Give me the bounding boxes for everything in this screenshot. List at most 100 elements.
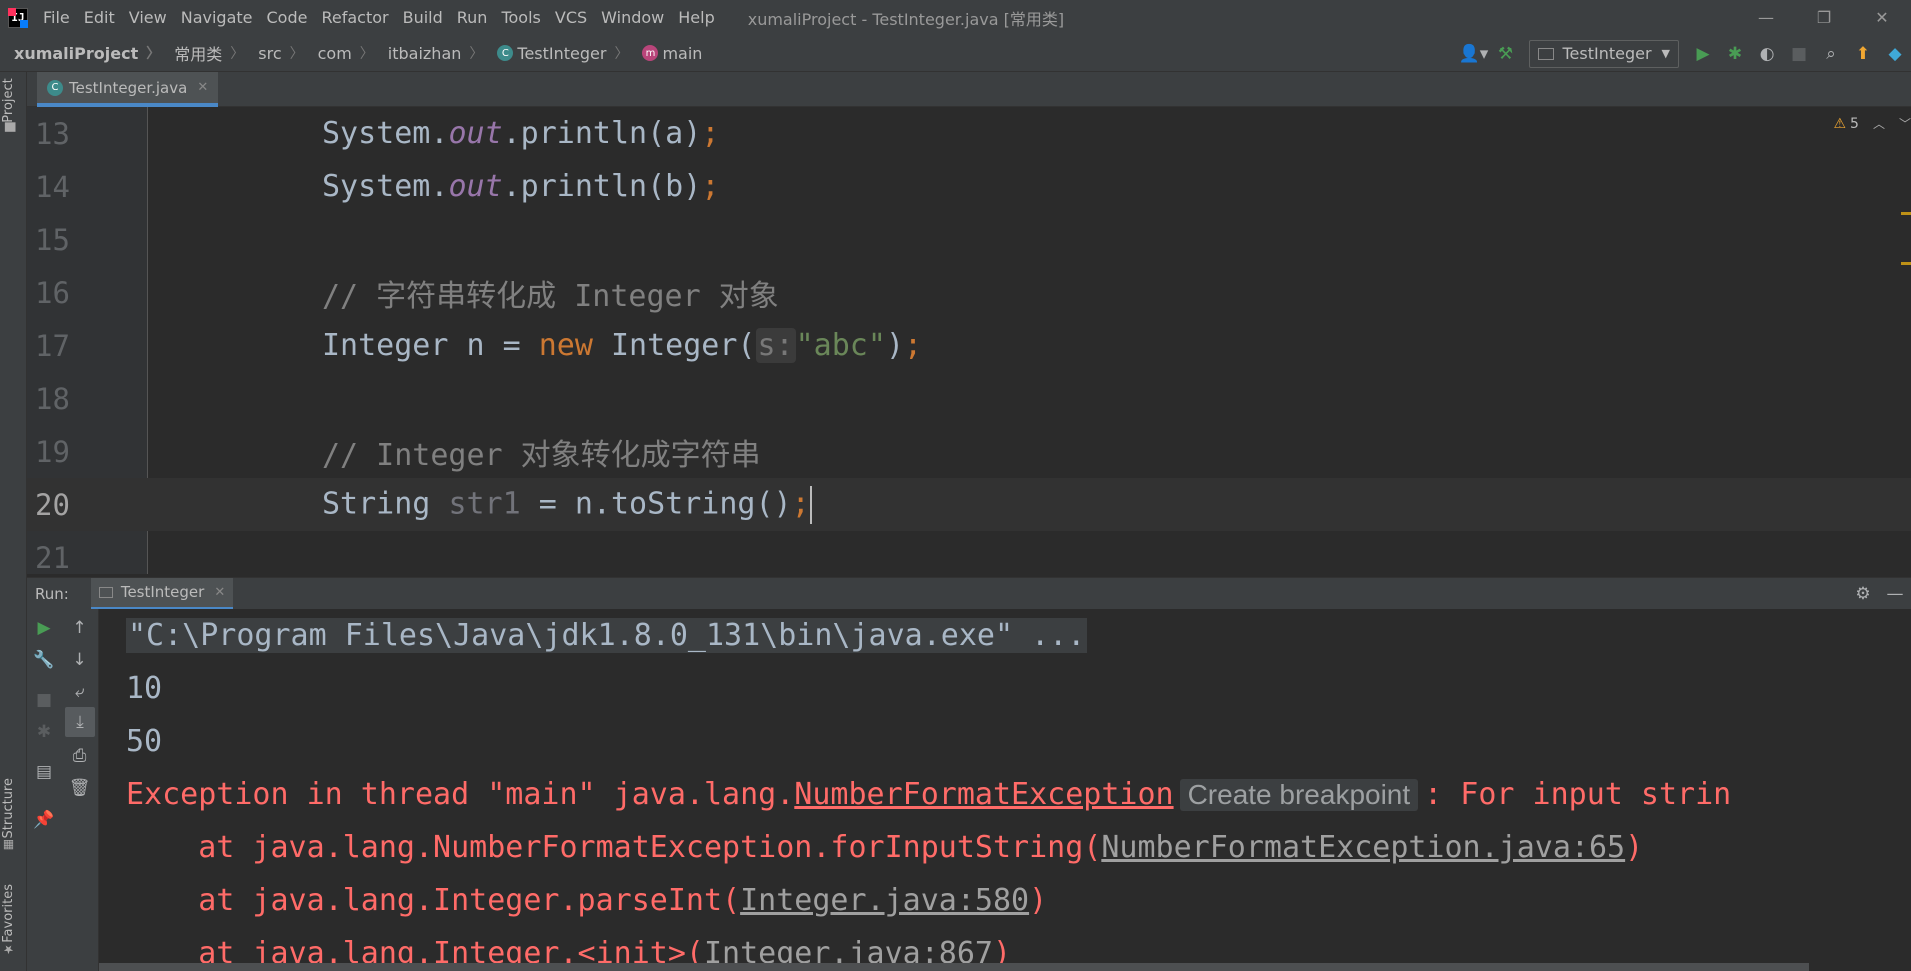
source-link[interactable]: NumberFormatException.java:65 [1101,830,1625,865]
line-number: 15 [35,222,70,257]
stack-trace-line: at java.lang.NumberFormatException.forIn… [126,821,1643,874]
close-window-button[interactable]: ✕ [1853,0,1911,35]
update-icon[interactable]: ⬆ [1847,35,1879,72]
wrench-icon[interactable]: 🔧 [27,645,61,675]
code-text: String str1 = n.toString(); [322,485,812,524]
current-code-line: 20 String str1 = n.toString(); [27,478,1911,531]
code-editor[interactable]: 13 System.out.println(a); 14 System.out.… [27,107,1911,574]
window-controls: — ❐ ✕ [1737,0,1911,35]
pin-icon[interactable]: 📌 [27,805,61,835]
console-output[interactable]: "C:\Program Files\Java\jdk1.8.0_131\bin\… [99,609,1911,971]
breadcrumb-method[interactable]: m main [628,44,702,63]
run-icon[interactable]: ▶ [1687,35,1719,72]
gear-icon[interactable]: ⚙ [1847,584,1879,604]
exception-class-link[interactable]: NumberFormatException [794,777,1173,812]
favorites-tool-tab[interactable]: ★ Favorites [1,884,16,961]
project-tool-tab[interactable]: ▆ Project [1,78,16,136]
menu-file[interactable]: File [36,8,77,27]
left-tool-strip: ▆ Project ▦ Structure ★ Favorites [0,72,27,971]
run-header-actions: ⚙ — [1847,578,1911,610]
tab-label: TestInteger.java [69,78,188,97]
menu-run[interactable]: Run [450,8,495,27]
breadcrumb-class[interactable]: C TestInteger 〉 [483,43,628,63]
build-hammer-icon[interactable]: ⚒ [1489,35,1521,72]
run-toolbar-secondary: ↑ ↓ ⤶ ⤓ ⎙ 🗑 [61,609,99,971]
menu-build[interactable]: Build [396,8,450,27]
coverage-icon[interactable]: ◐ [1751,35,1783,72]
code-text: System.out.println(a); [322,116,720,151]
star-icon: ★ [1,942,16,957]
menu-edit[interactable]: Edit [77,8,122,27]
user-icon[interactable]: 👤▾ [1457,35,1489,72]
code-line: 18 [27,372,1911,425]
tab-run-testinteger[interactable]: TestInteger ✕ [90,577,234,610]
menu-window[interactable]: Window [594,8,671,27]
run-toolbar-primary: ▶ 🔧 ■ ✱ ▤ 📌 [27,609,61,971]
hide-panel-icon[interactable]: — [1879,584,1911,604]
error-text: at java.lang.NumberFormatException.forIn… [126,830,1102,865]
navbar-toolbar: 👤▾ ⚒ TestInteger ▼ ▶ ✱ ◐ ■ ⌕ ⬆ ◆ [1457,35,1911,72]
code-line: 17 Integer n = new Integer(s:"abc"); [27,319,1911,372]
scroll-to-end-icon[interactable]: ⤓ [65,707,95,737]
run-configuration-select[interactable]: TestInteger ▼ [1529,39,1679,68]
search-icon[interactable]: ⌕ [1815,35,1847,72]
console-output-text: 10 [126,671,163,706]
menu-code[interactable]: Code [260,8,315,27]
stop-icon[interactable]: ■ [27,685,61,715]
rerun-icon[interactable]: ▶ [27,613,61,643]
debug-icon[interactable]: ✱ [27,717,61,747]
menu-vcs[interactable]: VCS [548,8,594,27]
favorites-tab-label: Favorites [1,884,16,943]
menu-refactor[interactable]: Refactor [314,8,395,27]
line-number: 14 [35,169,70,204]
warning-stripe-marker[interactable] [1901,212,1911,215]
close-tab-icon[interactable]: ✕ [197,80,208,95]
menu-help[interactable]: Help [671,8,721,27]
menu-tools[interactable]: Tools [494,8,547,27]
tab-testinteger-java[interactable]: C TestInteger.java ✕ [37,72,219,107]
code-line: 21 [27,531,1911,575]
create-breakpoint-hint[interactable]: Create breakpoint [1179,778,1419,811]
debug-icon[interactable]: ✱ [1719,35,1751,72]
breadcrumb-project[interactable]: xumaliProject 〉 [0,43,160,63]
line-number: 20 [35,487,70,522]
source-link[interactable]: Integer.java:580 [740,883,1029,918]
console-error-line: Exception in thread "main" java.lang. Num… [126,768,1731,821]
close-tab-icon[interactable]: ✕ [214,585,225,600]
console-command[interactable]: "C:\Program Files\Java\jdk1.8.0_131\bin\… [126,618,1088,653]
breadcrumb-src[interactable]: src 〉 [244,43,303,63]
chevron-down-icon[interactable]: ﹀ [1899,115,1911,132]
error-text: Exception in thread "main" java.lang. [126,777,795,812]
structure-tool-tab[interactable]: ▦ Structure [1,778,16,856]
arrow-down-icon[interactable]: ↓ [61,645,98,675]
menu-view[interactable]: View [122,8,174,27]
class-icon: C [497,45,514,61]
trash-icon[interactable]: 🗑 [61,773,98,803]
chevron-up-icon[interactable]: ︿ [1873,115,1885,132]
arrow-up-icon[interactable]: ↑ [61,613,98,643]
plugin-icon[interactable]: ◆ [1879,35,1911,72]
folder-icon: ▆ [1,122,16,132]
breadcrumb-module[interactable]: 常用类〉 [160,41,244,65]
breadcrumb-com[interactable]: com 〉 [304,43,374,63]
restore-button[interactable]: ❐ [1795,0,1853,35]
console-line: "C:\Program Files\Java\jdk1.8.0_131\bin\… [126,609,1088,662]
line-number: 13 [35,116,70,151]
code-comment: // 字符串转化成 Integer 对象 [322,278,779,314]
breadcrumb-itbaizhan[interactable]: itbaizhan 〉 [374,43,484,63]
inspection-widget[interactable]: ⚠ 5 ︿ ﹀ [1833,115,1911,132]
error-text: at java.lang.Integer.parseInt( [126,883,741,918]
warning-stripe-marker[interactable] [1901,262,1911,265]
intellij-logo-icon: IJ [8,7,28,28]
warning-icon: ⚠ [1833,115,1847,132]
soft-wrap-icon[interactable]: ⤶ [61,677,98,707]
structure-icon: ▦ [1,838,16,853]
layout-icon[interactable]: ▤ [27,757,61,787]
console-output-text: 50 [126,724,163,759]
menu-navigate[interactable]: Navigate [174,8,260,27]
stop-icon[interactable]: ■ [1783,35,1815,72]
print-icon[interactable]: ⎙ [61,741,98,771]
minimize-button[interactable]: — [1737,0,1795,35]
horizontal-scrollbar[interactable] [99,963,1809,971]
stack-trace-line: at java.lang.Integer.parseInt(Integer.ja… [126,874,1047,927]
